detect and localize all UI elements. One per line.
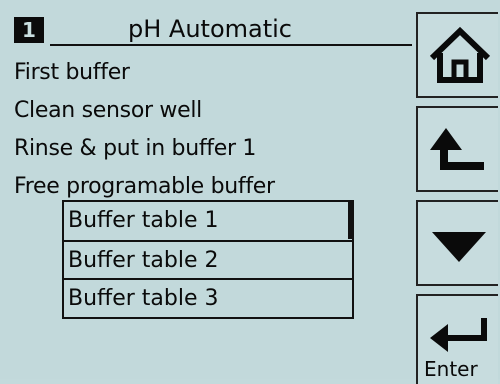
menu-list: First buffer Clean sensor well Rinse & p…: [14, 54, 404, 206]
channel-badge: 1: [14, 17, 44, 43]
submenu-item-buffer-table-2[interactable]: Buffer table 2: [64, 240, 352, 277]
menu-item-first-buffer[interactable]: First buffer: [14, 54, 404, 92]
return-arrow-icon: [430, 128, 484, 170]
down-button[interactable]: [416, 200, 498, 286]
menu-item-rinse-buffer-1[interactable]: Rinse & put in buffer 1: [14, 130, 404, 168]
header: 1 pH Automatic: [14, 15, 414, 46]
submenu-item-buffer-table-3[interactable]: Buffer table 3: [64, 278, 352, 315]
enter-label: Enter: [424, 357, 478, 381]
page-title: pH Automatic: [128, 15, 292, 43]
enter-button[interactable]: Enter: [416, 294, 498, 384]
side-button-panel: Enter: [412, 8, 500, 384]
triangle-down-icon: [432, 232, 486, 262]
enter-arrow-icon: [430, 318, 487, 352]
back-button[interactable]: [416, 106, 498, 192]
home-button[interactable]: [416, 12, 498, 98]
title-divider: [50, 44, 412, 46]
buffer-table-submenu: Buffer table 1 Buffer table 2 Buffer tab…: [62, 200, 354, 319]
home-icon: [429, 26, 491, 83]
display-screen: 1 pH Automatic First buffer Clean sensor…: [0, 0, 500, 384]
submenu-item-buffer-table-1[interactable]: Buffer table 1: [64, 202, 352, 239]
menu-item-clean-sensor-well[interactable]: Clean sensor well: [14, 92, 404, 130]
